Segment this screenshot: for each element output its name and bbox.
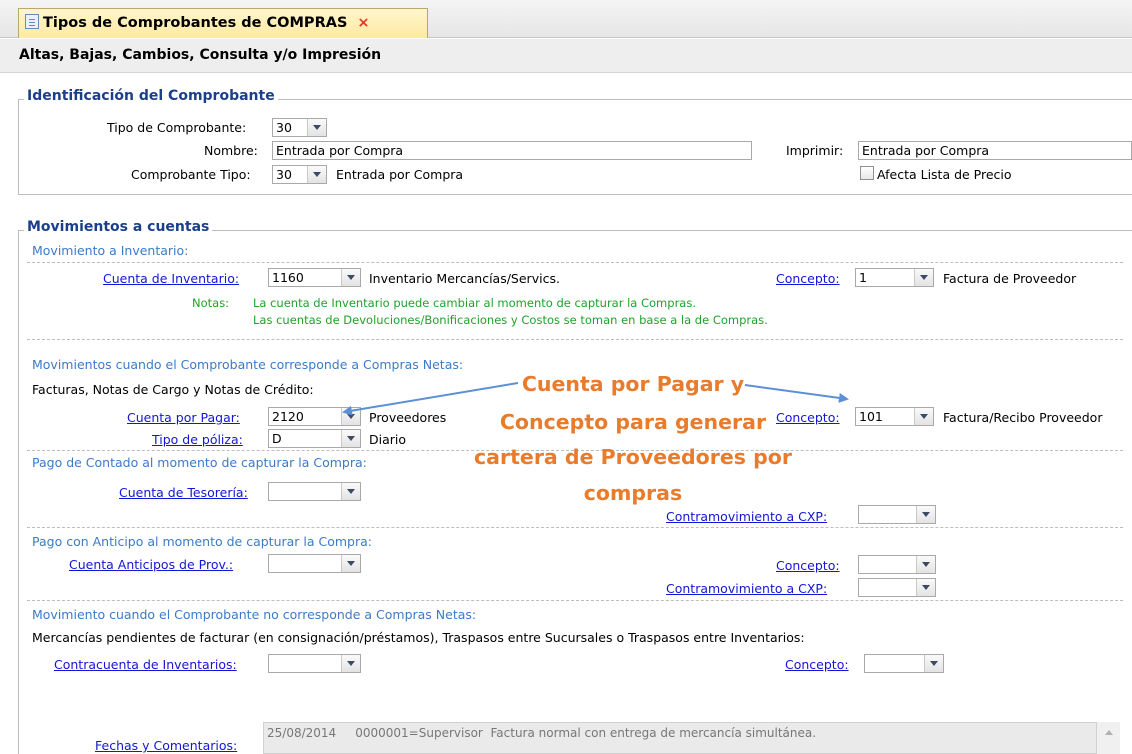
chevron-down-icon[interactable] <box>341 430 360 447</box>
tipo-poliza-desc: Diario <box>369 432 407 447</box>
fechas-comentarios-textarea[interactable]: 25/08/2014 0000001=Supervisor Factura no… <box>263 722 1120 754</box>
cuenta-por-pagar-desc: Proveedores <box>369 410 447 425</box>
cuenta-inventario-select[interactable]: 1160 <box>268 268 361 287</box>
tipo-comprobante-value: 30 <box>276 120 292 135</box>
concepto-netas-desc: Factura/Recibo Proveedor <box>943 410 1103 425</box>
cuenta-anticipos-link[interactable]: Cuenta Anticipos de Prov.: <box>69 557 233 572</box>
chevron-down-icon[interactable] <box>916 506 935 523</box>
identificacion-legend: Identificación del Comprobante <box>24 88 278 104</box>
callout-line-3: cartera de Proveedores por <box>474 445 792 469</box>
chevron-down-icon[interactable] <box>307 166 326 183</box>
divider <box>27 527 1123 528</box>
divider <box>27 262 1123 263</box>
chevron-down-icon[interactable] <box>916 579 935 596</box>
cuenta-inventario-link[interactable]: Cuenta de Inventario: <box>103 271 239 286</box>
nota-1: La cuenta de Inventario puede cambiar al… <box>253 296 696 310</box>
tipo-poliza-select[interactable]: D <box>268 429 361 448</box>
no-netas-heading: Movimiento cuando el Comprobante no corr… <box>32 607 477 622</box>
concepto-anticipo-select[interactable] <box>858 555 936 574</box>
comprobante-tipo-select[interactable]: 30 <box>272 165 327 184</box>
tipo-poliza-link[interactable]: Tipo de póliza: <box>152 432 243 447</box>
divider <box>27 600 1123 601</box>
inventario-heading: Movimiento a Inventario: <box>32 243 189 258</box>
cuenta-anticipos-select[interactable] <box>268 554 361 573</box>
comprobante-tipo-label: Comprobante Tipo: <box>131 167 251 182</box>
chevron-down-icon[interactable] <box>914 408 933 425</box>
no-netas-sub: Mercancías pendientes de facturar (en co… <box>32 630 805 645</box>
comprobante-tipo-desc: Entrada por Compra <box>336 167 464 182</box>
divider <box>27 339 1123 340</box>
tab-tipos-comprobantes[interactable]: Tipos de Comprobantes de COMPRAS × <box>18 8 428 38</box>
anticipo-heading: Pago con Anticipo al momento de capturar… <box>32 534 373 549</box>
chevron-down-icon[interactable] <box>307 119 326 136</box>
callout-line-2: Concepto para generar <box>499 410 767 434</box>
close-icon[interactable]: × <box>357 15 369 31</box>
tab-title: Tipos de Comprobantes de COMPRAS <box>43 15 348 31</box>
concepto-netas-link[interactable]: Concepto: <box>776 410 840 425</box>
chevron-down-icon[interactable] <box>916 556 935 573</box>
concepto-anticipo-link[interactable]: Concepto: <box>776 558 840 573</box>
chevron-down-icon[interactable] <box>341 655 360 672</box>
compras-netas-sub: Facturas, Notas de Cargo y Notas de Créd… <box>32 382 314 397</box>
concepto-no-netas-select[interactable] <box>864 654 944 673</box>
concepto-no-netas-link[interactable]: Concepto: <box>785 657 849 672</box>
contracuenta-inventarios-select[interactable] <box>268 654 361 673</box>
tab-bar: Tipos de Comprobantes de COMPRAS × <box>0 0 1132 38</box>
concepto-inventario-link[interactable]: Concepto: <box>776 271 840 286</box>
chevron-down-icon[interactable] <box>924 655 943 672</box>
cuenta-por-pagar-value: 2120 <box>272 409 304 424</box>
contramovimiento-anticipo-link[interactable]: Contramovimiento a CXP: <box>666 581 827 596</box>
concepto-netas-value: 101 <box>859 409 883 424</box>
chevron-down-icon[interactable] <box>341 555 360 572</box>
cuenta-por-pagar-link[interactable]: Cuenta por Pagar: <box>127 410 240 425</box>
compras-netas-heading: Movimientos cuando el Comprobante corres… <box>32 357 464 372</box>
contramovimiento-contado-select[interactable] <box>858 505 936 524</box>
movimientos-legend: Movimientos a cuentas <box>24 219 213 235</box>
tipo-comprobante-label: Tipo de Comprobante: <box>107 120 247 135</box>
concepto-inventario-select[interactable]: 1 <box>855 268 934 287</box>
tipo-poliza-value: D <box>272 431 282 446</box>
contracuenta-inventarios-link[interactable]: Contracuenta de Inventarios: <box>54 657 237 672</box>
tipo-comprobante-select[interactable]: 30 <box>272 118 327 137</box>
scrollbar[interactable] <box>1096 722 1120 754</box>
contado-heading: Pago de Contado al momento de capturar l… <box>32 455 367 470</box>
contramovimiento-anticipo-select[interactable] <box>858 578 936 597</box>
concepto-inventario-value: 1 <box>859 270 867 285</box>
cuenta-tesoreria-select[interactable] <box>268 482 361 501</box>
contramovimiento-contado-link[interactable]: Contramovimiento a CXP: <box>666 509 827 524</box>
chevron-down-icon[interactable] <box>341 483 360 500</box>
chevron-down-icon[interactable] <box>341 269 360 286</box>
nota-2: Las cuentas de Devoluciones/Bonificacion… <box>253 313 768 327</box>
page-subtitle: Altas, Bajas, Cambios, Consulta y/o Impr… <box>0 39 1132 73</box>
concepto-inventario-desc: Factura de Proveedor <box>943 271 1077 286</box>
chevron-down-icon[interactable] <box>914 269 933 286</box>
afecta-lista-precio-label: Afecta Lista de Precio <box>877 167 1012 182</box>
nombre-input[interactable] <box>272 141 752 160</box>
cuenta-por-pagar-select[interactable]: 2120 <box>268 407 361 426</box>
afecta-lista-precio-checkbox[interactable] <box>860 166 874 180</box>
concepto-netas-select[interactable]: 101 <box>855 407 934 426</box>
cuenta-inventario-desc: Inventario Mercancías/Servics. <box>369 271 560 286</box>
document-icon <box>25 14 39 29</box>
callout-line-4: compras <box>583 481 683 505</box>
chevron-down-icon[interactable] <box>341 408 360 425</box>
imprimir-label: Imprimir: <box>786 143 844 158</box>
fechas-comentarios-link[interactable]: Fechas y Comentarios: <box>95 738 237 753</box>
cuenta-tesoreria-link[interactable]: Cuenta de Tesorería: <box>119 485 248 500</box>
cuenta-inventario-value: 1160 <box>272 270 304 285</box>
comprobante-tipo-value: 30 <box>276 167 292 182</box>
callout-line-1: Cuenta por Pagar y <box>521 372 745 396</box>
imprimir-input[interactable] <box>858 141 1132 160</box>
nombre-label: Nombre: <box>204 143 258 158</box>
notas-label: Notas: <box>192 296 230 310</box>
